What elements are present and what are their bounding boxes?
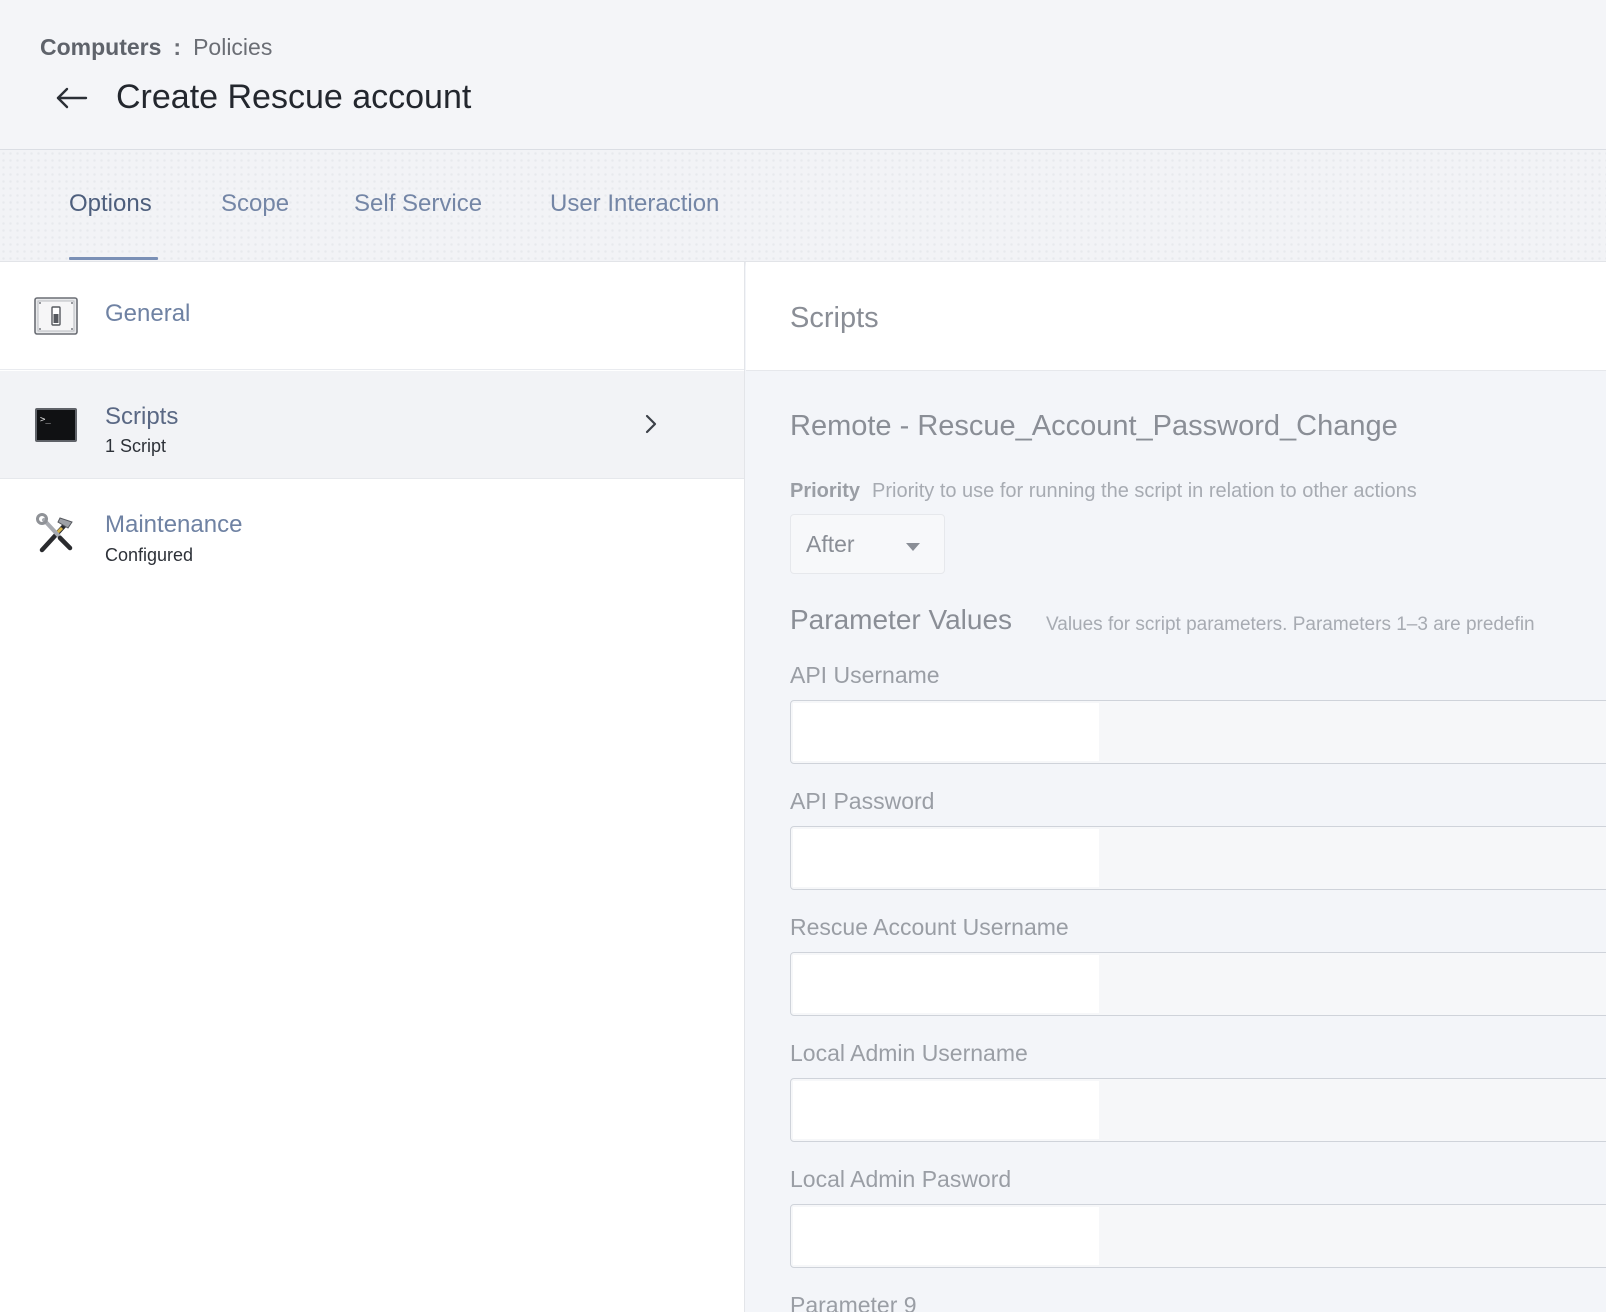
sidebar-item-label: General [105,300,191,327]
priority-help-text: Priority to use for running the script i… [872,480,1417,502]
rescue-account-username-field[interactable] [790,952,1606,1016]
parameter-values-help: Values for script parameters. Parameters… [1046,614,1535,635]
svg-text:>_: >_ [40,415,51,425]
priority-selected-value: After [806,531,855,557]
sidebar-item-label: Maintenance [105,511,243,538]
sidebar-item-label: Scripts [105,403,179,430]
scripts-panel: Scripts Remote - Rescue_Account_Password… [746,262,1606,1312]
page-title: Create Rescue account [116,78,472,116]
breadcrumb-policies[interactable]: Policies [193,34,272,60]
rescue-account-username-label: Rescue Account Username [790,914,1069,940]
api-password-field[interactable] [790,826,1606,890]
local-admin-username-field[interactable] [790,1078,1606,1142]
api-username-field[interactable] [790,700,1606,764]
tab-bar: Options Scope Self Service User Interact… [0,150,1606,262]
back-arrow-icon[interactable] [54,80,90,116]
api-password-label: API Password [790,788,935,814]
caret-down-icon [905,540,921,552]
chevron-right-icon [640,411,662,437]
terminal-icon: >_ [34,403,78,447]
breadcrumb: Computers: Policies [40,34,272,61]
local-admin-password-field[interactable] [790,1204,1606,1268]
tab-user-interaction[interactable]: User Interaction [550,190,719,246]
priority-label: Priority [790,480,861,502]
priority-label-row: Priority Priority to use for running the … [790,480,1417,503]
sidebar-item-general[interactable]: General [0,262,744,370]
breadcrumb-separator: : [173,34,182,60]
active-tab-indicator [69,257,158,260]
script-name: Remote - Rescue_Account_Password_Change [790,410,1398,442]
parameter-9-label: Parameter 9 [790,1292,917,1312]
page-header: Computers: Policies Create Rescue account [0,0,1606,150]
breadcrumb-computers[interactable]: Computers [40,34,161,60]
priority-select[interactable]: After [790,514,945,574]
switch-icon [34,294,78,338]
sidebar-item-sublabel: 1 Script [105,436,167,456]
parameter-values-heading: Parameter Values [790,604,1013,635]
sidebar-item-maintenance[interactable]: Maintenance Configured [0,480,744,588]
options-sidebar: General >_ Scripts 1 Script Maintenance … [0,262,745,1312]
local-admin-password-label: Local Admin Pasword [790,1166,1012,1192]
tab-options[interactable]: Options [69,190,152,246]
local-admin-username-label: Local Admin Username [790,1040,1028,1066]
tab-scope[interactable]: Scope [221,190,289,246]
tab-self-service[interactable]: Self Service [354,190,482,246]
panel-title: Scripts [790,302,879,334]
api-username-label: API Username [790,662,940,688]
page: Computers: Policies Create Rescue account… [0,0,1606,1312]
sidebar-item-sublabel: Configured [105,545,194,565]
panel-header: Scripts [746,262,1606,371]
sidebar-item-scripts[interactable]: >_ Scripts 1 Script [0,371,744,479]
hammer-wrench-icon [34,512,78,556]
